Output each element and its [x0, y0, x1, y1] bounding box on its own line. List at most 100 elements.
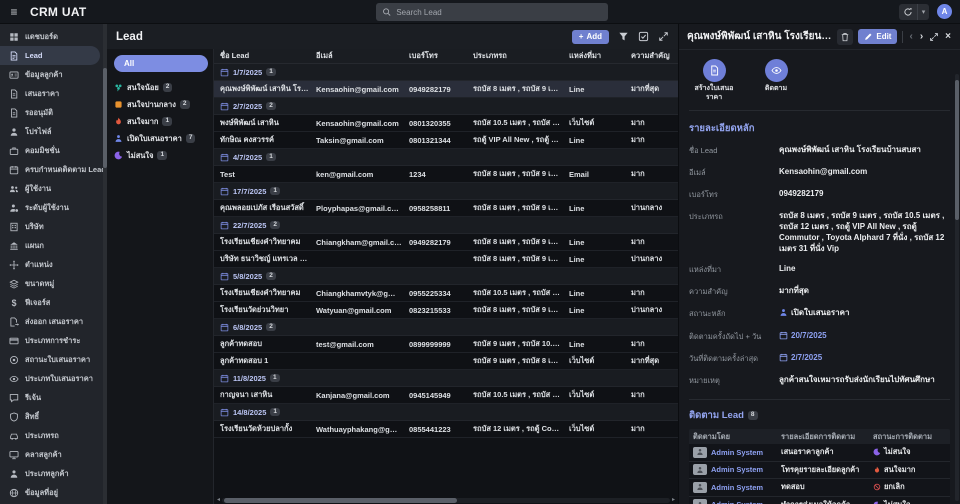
delete-button[interactable]	[837, 28, 854, 45]
sidebar-item[interactable]: สิทธิ์	[0, 407, 107, 426]
sidebar-item[interactable]: คอมมิชชั่น	[0, 141, 107, 160]
column-header[interactable]: ติดตามโดย	[693, 431, 781, 443]
filter-all[interactable]: All	[114, 55, 208, 72]
user-avatar[interactable]: A	[937, 4, 952, 19]
sidebar-item[interactable]: เสนอราคา	[0, 84, 107, 103]
lead-row[interactable]: บริษัท ธนาวิชญ์ แทรเวล กรุ๊ป ... รถบัส 8…	[214, 251, 678, 268]
column-header[interactable]: ชื่อ Lead	[220, 50, 316, 62]
horizontal-scrollbar[interactable]: ◂ ▸	[217, 497, 675, 503]
search-bar[interactable]	[376, 3, 608, 21]
filter-item[interactable]: ไม่สนใจ 1	[114, 147, 208, 164]
sidebar-item[interactable]: ส่งออก เสนอราคา	[0, 312, 107, 331]
panel-action-button[interactable]: ติดตาม	[753, 59, 799, 103]
filter-item[interactable]: สนใจมาก 1	[114, 113, 208, 130]
group-header[interactable]: 11/8/2025 1	[214, 370, 678, 387]
column-header[interactable]: ประเภทรถ	[473, 50, 569, 62]
follow-by[interactable]: Admin System	[711, 465, 763, 474]
panel-action-button[interactable]: สร้างใบเสนอ ราคา	[691, 59, 737, 103]
group-header[interactable]: 4/7/2025 1	[214, 149, 678, 166]
group-header[interactable]: 5/8/2025 2	[214, 268, 678, 285]
expand-table-icon[interactable]	[658, 31, 669, 42]
sidebar-item[interactable]: ข้อมูลลูกค้า	[0, 65, 107, 84]
close-panel-icon[interactable]: ×	[944, 31, 952, 42]
follow-row[interactable]: Admin System เสนอราคาลูกค้า ไม่สนใจ	[689, 444, 950, 462]
follow-by[interactable]: Admin System	[711, 500, 763, 504]
sidebar-item[interactable]: คลาสลูกค้า	[0, 445, 107, 464]
filter-icon[interactable]	[618, 31, 629, 42]
lead-row[interactable]: Test ken@gmail.com 1234 รถบัส 8 เมตร , ร…	[214, 166, 678, 183]
sidebar-item[interactable]: ผู้ใช้งาน	[0, 179, 107, 198]
group-header[interactable]: 1/7/2025 1	[214, 64, 678, 81]
sidebar-item[interactable]: ตำแหน่ง	[0, 255, 107, 274]
sidebar-item[interactable]: ครบกำหนดติดตาม Lead	[0, 160, 107, 179]
lead-source: Line	[569, 135, 585, 145]
sidebar-item[interactable]: ประเภทลูกค้า	[0, 464, 107, 483]
follow-row[interactable]: Admin System ทำการส่งเมลให้ลูกค้า ไม่สนใ…	[689, 496, 950, 504]
scroll-right-icon[interactable]: ▸	[672, 497, 675, 503]
sidebar-item[interactable]: โปรไฟล์	[0, 122, 107, 141]
group-header[interactable]: 22/7/2025 2	[214, 217, 678, 234]
group-header[interactable]: 17/7/2025 1	[214, 183, 678, 200]
filter-item[interactable]: สนใจปานกลาง 2	[114, 96, 208, 113]
filter-item[interactable]: เปิดใบเสนอราคา 7	[114, 130, 208, 147]
sync-caret-icon[interactable]: ▾	[917, 3, 929, 20]
lead-row[interactable]: โรงเรียนเชียงคำวิทยาคม Chiangkham@gmail.…	[214, 234, 678, 251]
lead-row[interactable]: โรงเรียนวัดย่วนวิทยา Watyuan@gmail.com 0…	[214, 302, 678, 319]
lead-row[interactable]: คุณพลอยเปภัส เรือนสวัสดิ์ Ployphapas@gma…	[214, 200, 678, 217]
sidebar-item[interactable]: ระดับผู้ใช้งาน	[0, 198, 107, 217]
column-header[interactable]: แหล่งที่มา	[569, 50, 631, 62]
panel-scrollbar[interactable]	[955, 74, 959, 501]
scroll-left-icon[interactable]: ◂	[217, 497, 220, 503]
panel-scrollbar-thumb[interactable]	[955, 80, 959, 220]
filter-item[interactable]: สนใจน้อย 2	[114, 79, 208, 96]
lead-row[interactable]: โรงเรียนวัดห้วยปลากั้ง Wathuayphakang@gm…	[214, 421, 678, 438]
lead-row[interactable]: ลูกค้าทดสอบ 1 รถบัส 9 เมตร , รถบัส 8 เมต…	[214, 353, 678, 370]
column-header[interactable]: เบอร์โทร	[409, 50, 473, 62]
sidebar-item[interactable]: ประเภทการชำระ	[0, 331, 107, 350]
sidebar-item[interactable]: ประเภทใบเสนอราคา	[0, 369, 107, 388]
edit-button[interactable]: Edit	[858, 29, 898, 44]
sidebar-item[interactable]: รีเจ้น	[0, 388, 107, 407]
column-header[interactable]: ความสำคัญ	[631, 50, 678, 62]
sidebar-item[interactable]: สถานะใบเสนอราคา	[0, 350, 107, 369]
follow-status: สนใจมาก	[884, 464, 916, 474]
next-lead-button[interactable]: ›	[919, 31, 924, 42]
group-header[interactable]: 6/8/2025 2	[214, 319, 678, 336]
sidebar-item[interactable]: แผนก	[0, 236, 107, 255]
sidebar-item[interactable]: ขนาดหมู่	[0, 274, 107, 293]
sidebar-item[interactable]: Lead	[0, 46, 100, 65]
group-header[interactable]: 2/7/2025 2	[214, 98, 678, 115]
lead-phone: 0823215533	[409, 305, 451, 315]
lead-row[interactable]: ลูกค้าทดสอบ test@gmail.com 0899999999 รถ…	[214, 336, 678, 353]
panel-header: คุณพงษ์พิพัฒน์ เสาหิน โรงเรียนบ้านสบสา E…	[679, 24, 960, 49]
sync-split-button[interactable]: ▾	[899, 3, 929, 20]
lead-row[interactable]: โรงเรียนเชียงคำวิทยาคม Chiangkhamvtyk@gm…	[214, 285, 678, 302]
horizontal-scrollbar-thumb[interactable]	[224, 497, 457, 503]
lead-row[interactable]: คุณพงษ์พิพัฒน์ เสาหิน โรงเรียนบ้... Kens…	[214, 81, 678, 98]
sidebar-item[interactable]: แดชบอร์ด	[0, 27, 107, 46]
follow-by[interactable]: Admin System	[711, 448, 763, 457]
expand-panel-icon[interactable]	[929, 32, 939, 42]
follow-row[interactable]: Admin System ทดสอบ ยกเลิก	[689, 479, 950, 497]
lead-row[interactable]: พงษ์พิพัฒน์ เสาหิน Kensaohin@gmail.com 0…	[214, 115, 678, 132]
follow-by[interactable]: Admin System	[711, 483, 763, 492]
group-header[interactable]: 14/8/2025 1	[214, 404, 678, 421]
sidebar-item[interactable]: ฟีเจอร์ส	[0, 293, 107, 312]
select-checkbox-icon[interactable]	[638, 31, 649, 42]
sidebar-item[interactable]: บริษัท	[0, 217, 107, 236]
column-header[interactable]: สถานะการติดตาม	[873, 431, 959, 443]
menu-icon[interactable]: ≡	[0, 5, 28, 19]
sidebar-item[interactable]: ประเภทรถ	[0, 426, 107, 445]
prev-lead-button[interactable]: ‹	[908, 31, 913, 42]
lead-row[interactable]: ทักษิณ คงสวรรค์ Taksin@gmail.com 0801321…	[214, 132, 678, 149]
follow-row[interactable]: Admin System โทรคุยรายละเอียดลูกค้า สนใจ…	[689, 461, 950, 480]
sidebar-item[interactable]: ข้อมูลที่อยู่	[0, 483, 107, 502]
sync-icon[interactable]	[899, 4, 917, 20]
column-header[interactable]: อีเมล์	[316, 50, 409, 62]
add-button[interactable]: + Add	[571, 29, 609, 44]
search-input[interactable]	[396, 7, 602, 17]
column-header[interactable]: รายละเอียดการติดตาม	[781, 431, 873, 443]
sidebar-item[interactable]: รออนุมัติ	[0, 103, 107, 122]
lead-row[interactable]: กาญจนา เสาหิน Kanjana@gmail.com 09451459…	[214, 387, 678, 404]
details-section-heading: รายละเอียดหลัก	[689, 122, 755, 134]
